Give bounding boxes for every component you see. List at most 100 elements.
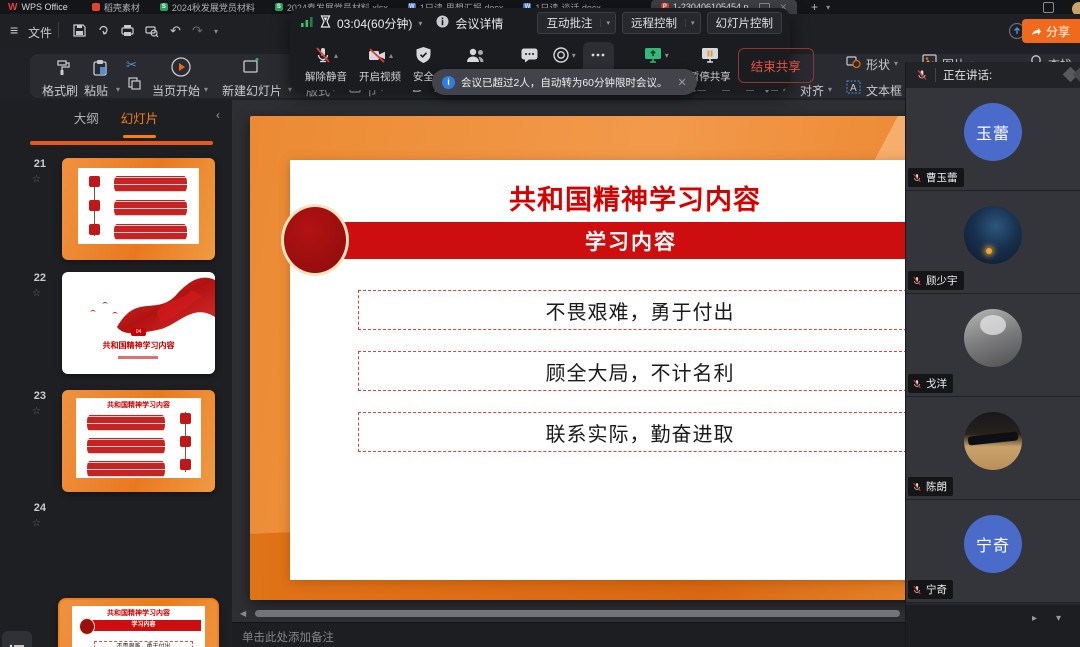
- timer-chevron-icon[interactable]: ▾: [418, 19, 422, 28]
- slide-thumbnail-24-selected[interactable]: 共和国精神学习内容 学习内容 不畏艰难，勇于付出 顾全大局，不计名利 联系实际，…: [58, 598, 219, 647]
- new-tab-button[interactable]: +: [811, 0, 818, 14]
- new-slide-button[interactable]: 新建幻灯片: [222, 82, 282, 99]
- slide-title[interactable]: 共和国精神学习内容: [290, 178, 980, 217]
- share-button[interactable]: 分享: [1022, 19, 1080, 43]
- timer-hourglass-icon: [320, 15, 331, 31]
- tab-slides[interactable]: 幻灯片: [121, 108, 159, 132]
- tab-sheet-1[interactable]: S2024秋发展党员材料: [150, 0, 265, 14]
- undo-icon[interactable]: ↶: [170, 23, 181, 39]
- shapes-chevron-icon[interactable]: ▾: [894, 59, 898, 68]
- paste-icon[interactable]: [90, 58, 110, 81]
- slide-thumbnail-22[interactable]: 04 共和国精神学习内容: [62, 272, 215, 374]
- tab-list-chevron-icon[interactable]: ▾: [826, 3, 830, 12]
- participant-tile[interactable]: 戈洋: [906, 294, 1080, 397]
- start-current-button[interactable]: 当页开始: [152, 82, 200, 99]
- horizontal-scrollbar[interactable]: [255, 610, 900, 617]
- play-current-icon[interactable]: [170, 56, 192, 81]
- textbox-icon[interactable]: A: [846, 80, 861, 97]
- star-icon[interactable]: ☆: [32, 174, 41, 185]
- star-icon[interactable]: ☆: [32, 518, 41, 529]
- cut-icon[interactable]: ✂: [126, 57, 137, 73]
- align-button[interactable]: 对齐: [800, 82, 824, 99]
- cloud-upload-icon[interactable]: [1008, 22, 1023, 37]
- scroll-left-icon[interactable]: ◀: [240, 610, 246, 618]
- mic-chevron-icon[interactable]: ▴: [334, 51, 338, 60]
- copy-icon[interactable]: [127, 76, 141, 93]
- remote-control-button[interactable]: 远程控制▾: [622, 12, 701, 34]
- print-icon[interactable]: [120, 23, 135, 38]
- participant-tile[interactable]: 玉蕾 曹玉蕾: [906, 88, 1080, 191]
- tab-docer[interactable]: 稻壳素材: [82, 0, 150, 14]
- paste-chevron-icon[interactable]: ▾: [116, 85, 120, 94]
- file-menu[interactable]: 文件: [28, 24, 52, 41]
- slide-banner[interactable]: 学习内容: [340, 222, 982, 259]
- shapes-icon[interactable]: [846, 54, 861, 71]
- slide-item-3[interactable]: 联系实际，勤奋进取: [358, 412, 922, 452]
- expand-down-icon[interactable]: ▾: [1056, 613, 1061, 624]
- hamburger-menu-icon[interactable]: ≡: [10, 22, 18, 38]
- remote-label: 远程控制: [623, 15, 685, 31]
- slide-item-2[interactable]: 顾全大局，不计名利: [358, 351, 922, 391]
- app-title: WPS Office: [21, 2, 67, 12]
- avatar: [964, 412, 1022, 470]
- format-painter-icon[interactable]: [52, 58, 72, 81]
- mic-muted-icon: [912, 585, 922, 595]
- participant-tile[interactable]: 陈朗: [906, 397, 1080, 500]
- undo-chevron-icon[interactable]: ▾: [214, 27, 218, 36]
- avatar: 宁奇: [964, 515, 1022, 573]
- slide-control-button[interactable]: 幻灯片控制: [707, 12, 783, 34]
- format-painter-button[interactable]: 格式刷: [42, 82, 78, 99]
- expand-right-icon[interactable]: ▸: [1032, 613, 1037, 624]
- banner-circle: [281, 204, 349, 276]
- timeline-square: [89, 176, 100, 187]
- star-icon[interactable]: ☆: [32, 406, 41, 417]
- slide-item-1[interactable]: 不畏艰难，勇于付出: [358, 290, 922, 330]
- info-icon: [436, 15, 449, 31]
- mic-muted-icon: [912, 276, 922, 286]
- star-icon[interactable]: ☆: [32, 288, 41, 299]
- slide-thumbnail-23[interactable]: 共和国精神学习内容: [62, 390, 215, 492]
- tab-outline[interactable]: 大纲: [74, 108, 99, 132]
- speaking-mic-muted-icon: [916, 69, 928, 81]
- share-chevron-icon[interactable]: ▾: [665, 51, 669, 60]
- textbox-button[interactable]: 文本框: [866, 82, 902, 99]
- annotate-button[interactable]: 互动批注▾: [537, 12, 616, 34]
- meeting-details-button[interactable]: 会议详情: [455, 15, 503, 32]
- start-chevron-icon[interactable]: ▾: [204, 85, 208, 94]
- start-video-button[interactable]: ▴ 开启视频: [354, 42, 406, 86]
- name-tag: 顾少宇: [908, 271, 964, 290]
- pane-handle-button[interactable]: [2, 631, 32, 647]
- mic-muted-icon: [912, 482, 922, 492]
- participant-tile[interactable]: 顾少宇: [906, 191, 1080, 294]
- align-chevron-icon[interactable]: ▾: [828, 85, 832, 94]
- shapes-button[interactable]: 形状: [866, 56, 890, 73]
- video-chevron-icon[interactable]: ▴: [389, 51, 393, 60]
- redo-icon[interactable]: ↷: [192, 23, 203, 39]
- annotate-chevron-icon[interactable]: ▾: [600, 19, 615, 27]
- text-pill: [108, 197, 193, 219]
- new-slide-icon[interactable]: [242, 57, 262, 80]
- name-tag: 戈洋: [908, 374, 953, 393]
- toast-close-icon[interactable]: ✕: [678, 76, 687, 89]
- print-preview-icon[interactable]: [144, 23, 159, 38]
- window-restore-icon[interactable]: [1043, 2, 1054, 13]
- chat-icon: [520, 46, 539, 64]
- unmute-button[interactable]: ▴ 解除静音: [300, 42, 352, 86]
- thumb-content: 共和国精神学习内容: [76, 398, 201, 478]
- wps-logo-icon: W: [8, 2, 17, 13]
- collapse-sidebar-icon[interactable]: ‹: [216, 108, 220, 122]
- camera-muted-icon: [367, 46, 387, 64]
- name-tag: 宁奇: [908, 580, 953, 599]
- participant-name: 宁奇: [926, 582, 947, 597]
- save-icon[interactable]: [72, 23, 87, 38]
- record-chevron-icon[interactable]: ▾: [572, 51, 576, 60]
- paste-button[interactable]: 粘贴: [84, 82, 108, 99]
- slide-thumbnail-21[interactable]: [62, 158, 215, 260]
- remote-chevron-icon[interactable]: ▾: [685, 19, 700, 27]
- thumb-title: 共和国精神学习内容: [72, 608, 205, 618]
- output-icon[interactable]: [96, 23, 111, 38]
- participant-tile[interactable]: 宁奇 宁奇: [906, 500, 1080, 603]
- slide-number: 23: [26, 390, 46, 402]
- end-share-button[interactable]: 结束共享: [738, 48, 814, 83]
- tab-label: 2024秋发展党员材料: [172, 1, 255, 14]
